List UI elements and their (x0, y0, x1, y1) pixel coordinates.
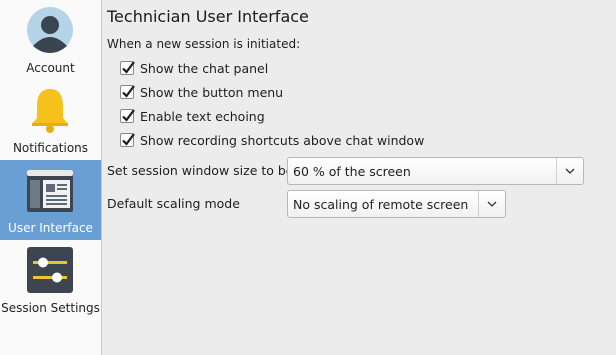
checkbox-box[interactable] (120, 61, 135, 75)
scaling-mode-value: No scaling of remote screen (293, 196, 469, 212)
sidebar-item-account[interactable]: Account (0, 0, 101, 80)
show-button-menu-checkbox[interactable]: Show the button menu (120, 83, 283, 101)
checkbox-box[interactable] (120, 109, 135, 123)
checkmark-icon (122, 133, 135, 146)
sidebar-item-label: Notifications (12, 141, 89, 155)
window-size-label: Set session window size to be (107, 163, 294, 178)
account-icon (27, 7, 73, 53)
user-interface-icon (27, 170, 73, 212)
sidebar-item-user-interface[interactable]: User Interface (0, 160, 101, 240)
checkbox-label: Show recording shortcuts above chat wind… (140, 132, 425, 148)
window-size-value: 60 % of the screen (293, 163, 411, 179)
sidebar-item-notifications[interactable]: Notifications (0, 80, 101, 160)
checkbox-label: Show the chat panel (140, 60, 269, 76)
scaling-mode-label: Default scaling mode (107, 196, 240, 211)
checkmark-icon (122, 85, 135, 98)
checkbox-box[interactable] (120, 133, 135, 147)
chevron-down-icon[interactable] (478, 191, 505, 217)
sidebar-item-session-settings[interactable]: Session Settings (0, 240, 101, 320)
sidebar-item-label: Account (26, 61, 75, 75)
enable-text-echoing-checkbox[interactable]: Enable text echoing (120, 107, 265, 125)
bell-icon (32, 89, 68, 133)
show-recording-shortcuts-checkbox[interactable]: Show recording shortcuts above chat wind… (120, 131, 424, 149)
scaling-mode-select[interactable]: No scaling of remote screen (287, 190, 506, 218)
sliders-icon (27, 247, 73, 293)
checkmark-icon (122, 61, 135, 74)
checkbox-label: Show the button menu (140, 84, 284, 100)
show-chat-panel-checkbox[interactable]: Show the chat panel (120, 59, 268, 77)
window-size-select[interactable]: 60 % of the screen (287, 157, 584, 185)
checkbox-label: Enable text echoing (140, 108, 265, 124)
chevron-down-icon[interactable] (556, 158, 583, 184)
sidebar-item-label: User Interface (8, 221, 93, 235)
settings-panel: Technician User Interface When a new ses… (101, 0, 616, 355)
sidebar-item-label: Session Settings (1, 301, 100, 315)
sidebar: Account Notifications User Interface Ses… (0, 0, 102, 355)
page-title: Technician User Interface (107, 7, 309, 26)
session-intro-label: When a new session is initiated: (107, 37, 301, 51)
checkbox-box[interactable] (120, 85, 135, 99)
checkmark-icon (122, 109, 135, 122)
